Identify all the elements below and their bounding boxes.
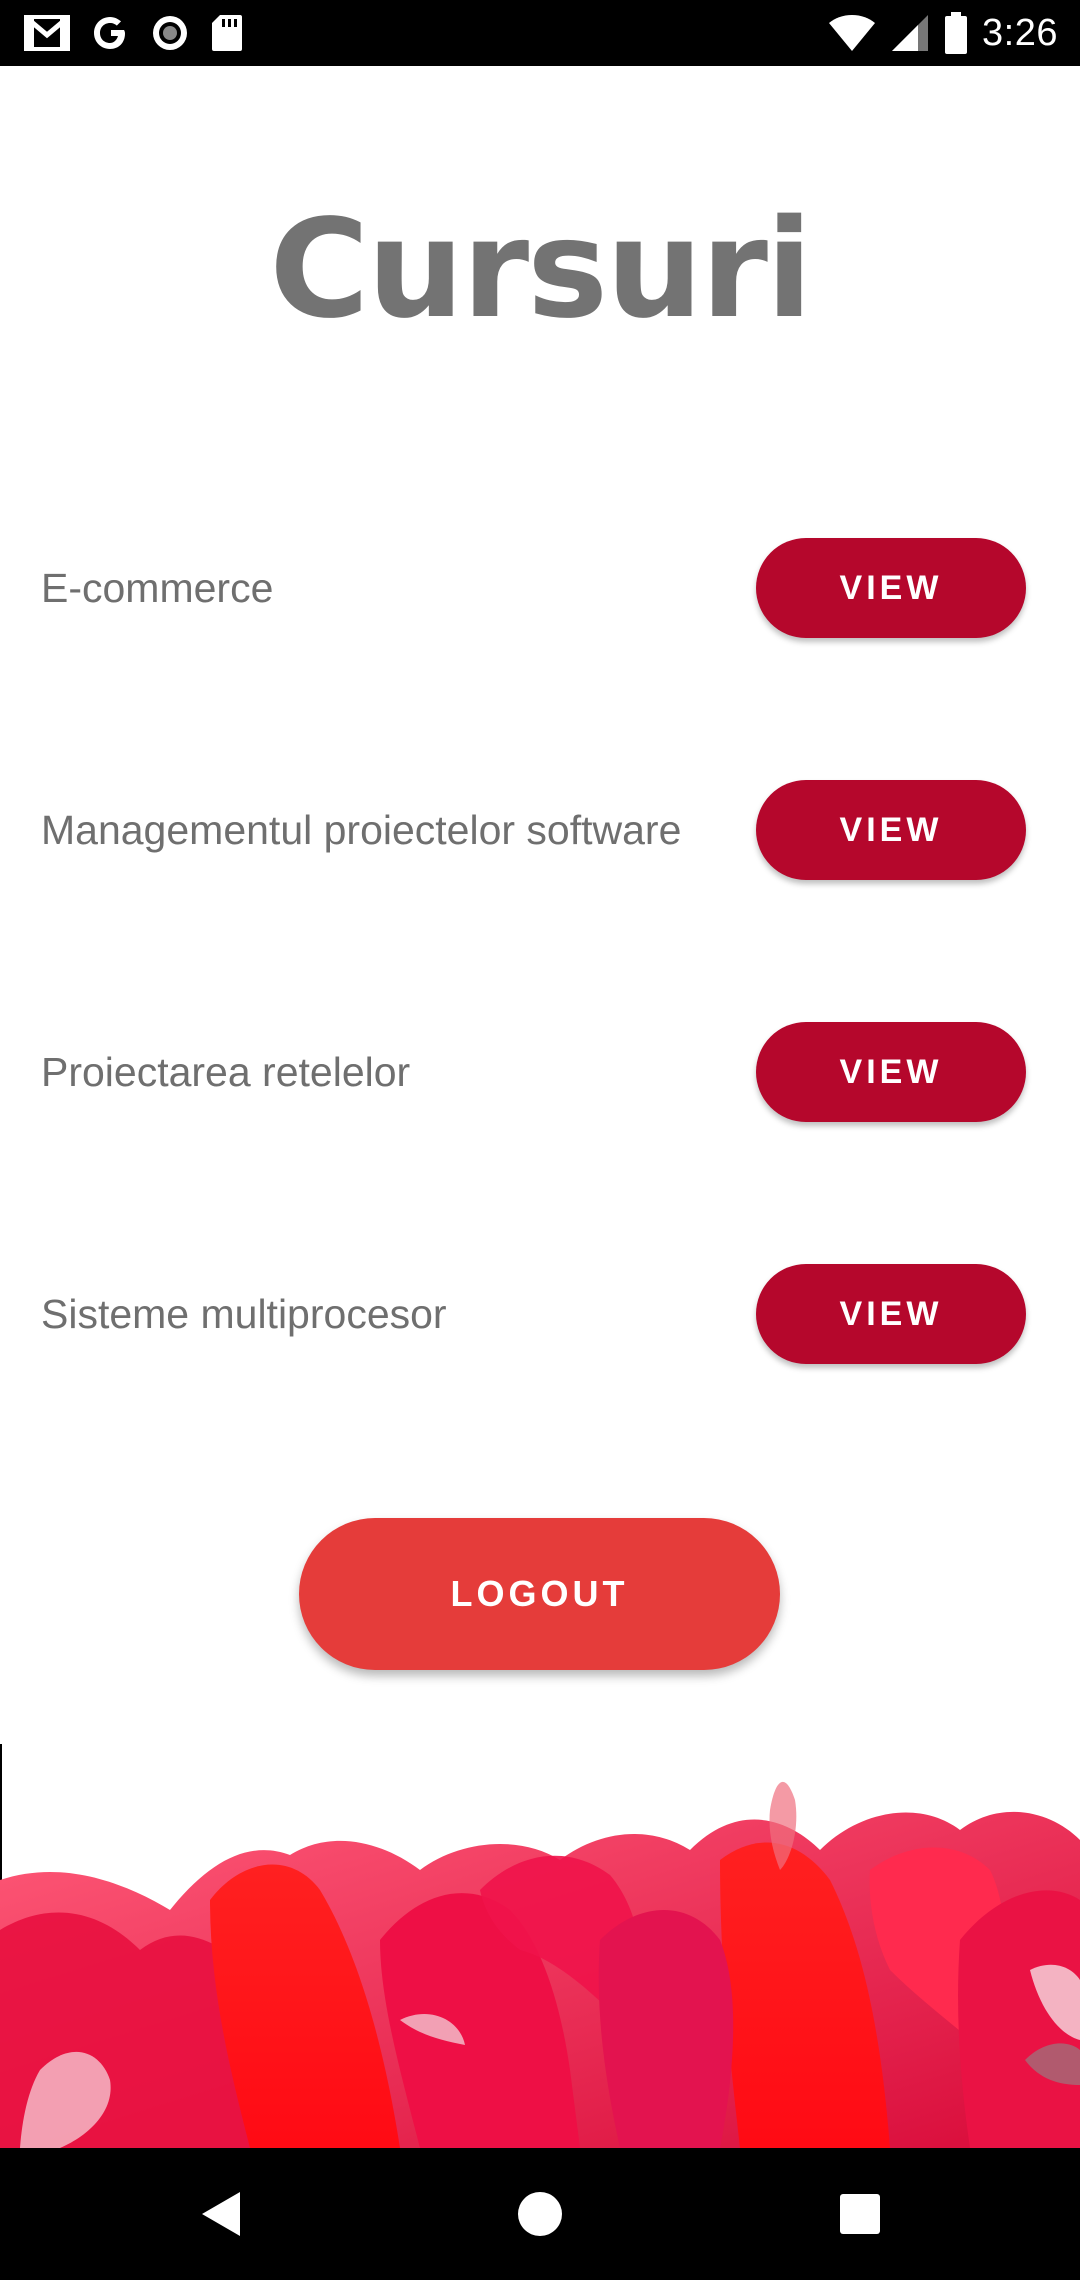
course-name: Proiectarea retelelor bbox=[41, 1049, 411, 1095]
sd-card-icon bbox=[212, 15, 242, 51]
course-row-proiectarea-retelelor: Proiectarea retelelor VIEW bbox=[0, 1022, 1080, 1122]
record-icon bbox=[153, 16, 187, 50]
app-screen: 3:26 Cursuri E-commerce VIEW Managementu… bbox=[0, 0, 1080, 2280]
course-row-sisteme-multiprocesor: Sisteme multiprocesor VIEW bbox=[0, 1264, 1080, 1364]
view-managementul-proiectelor-software-button[interactable]: VIEW bbox=[756, 780, 1026, 880]
back-button[interactable] bbox=[184, 2178, 256, 2250]
status-notification-icons bbox=[24, 10, 244, 56]
battery-icon bbox=[945, 12, 968, 54]
recents-button[interactable] bbox=[824, 2178, 896, 2250]
recents-icon bbox=[840, 2194, 880, 2234]
course-row-managementul-proiectelor-software: Managementul proiectelor software VIEW bbox=[0, 780, 1080, 880]
status-system-icons: 3:26 bbox=[828, 6, 1058, 60]
back-icon bbox=[202, 2192, 240, 2236]
course-name: E-commerce bbox=[41, 565, 274, 611]
page-title: Cursuri bbox=[269, 191, 812, 349]
logout-button[interactable]: LOGOUT bbox=[299, 1518, 780, 1670]
course-name: Managementul proiectelor software bbox=[41, 807, 682, 853]
view-sisteme-multiprocesor-button[interactable]: VIEW bbox=[756, 1264, 1026, 1364]
paint-strokes-decoration bbox=[0, 1781, 1080, 2148]
home-button[interactable] bbox=[504, 2178, 576, 2250]
gmail-icon bbox=[24, 15, 70, 51]
view-e-commerce-button[interactable]: VIEW bbox=[756, 538, 1026, 638]
google-icon bbox=[94, 17, 125, 49]
course-name: Sisteme multiprocesor bbox=[41, 1291, 447, 1337]
home-icon bbox=[518, 2192, 562, 2236]
wifi-icon bbox=[829, 15, 876, 51]
course-row-e-commerce: E-commerce VIEW bbox=[0, 538, 1080, 638]
navigation-bar bbox=[0, 2148, 1080, 2280]
status-bar: 3:26 bbox=[0, 0, 1080, 66]
cell-signal-icon bbox=[892, 15, 929, 51]
view-proiectarea-retelelor-button[interactable]: VIEW bbox=[756, 1022, 1026, 1122]
status-time: 3:26 bbox=[982, 11, 1058, 54]
